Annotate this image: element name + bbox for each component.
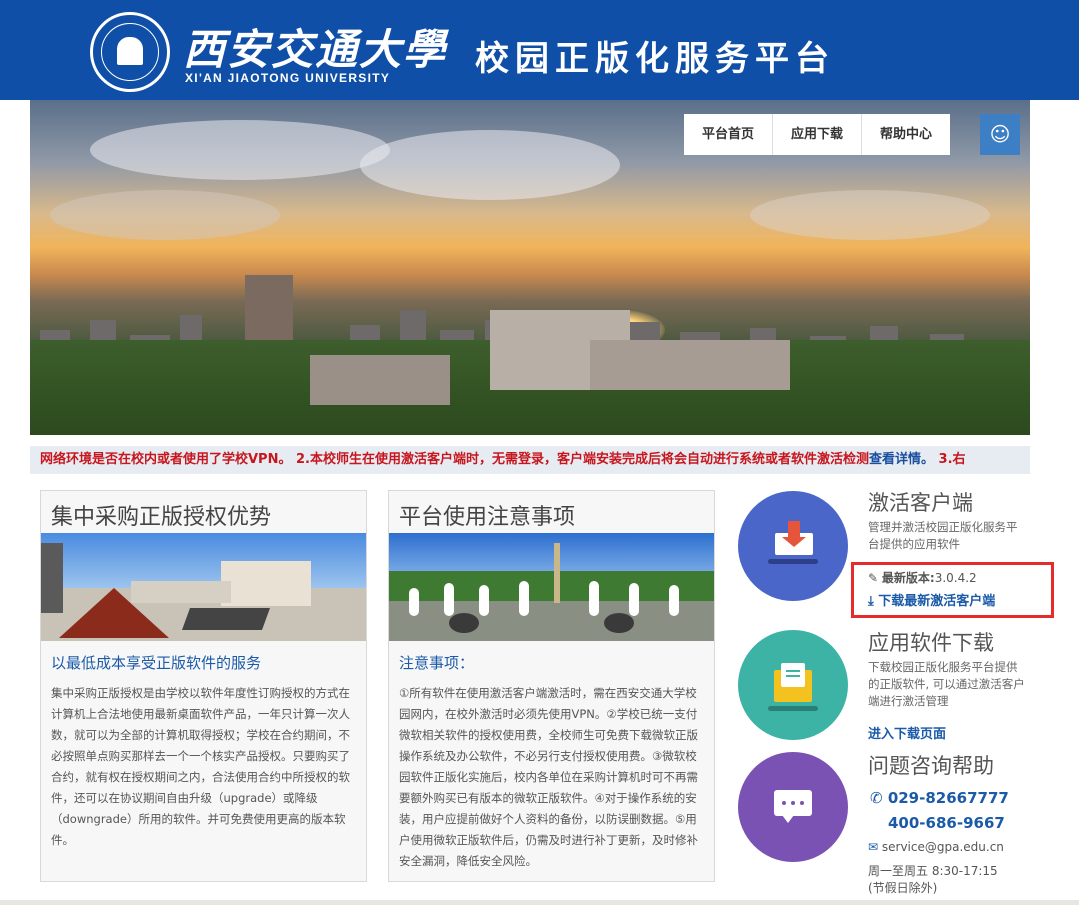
card-procurement: 集中采购正版授权优势 以最低成本享受正版软件的服务 集中采购正版授权是由学校以软… bbox=[40, 490, 367, 882]
card-body: ①所有软件在使用激活客户端激活时，需在西安交通大学校园网内，在校外激活时必须先使… bbox=[399, 686, 698, 868]
card-title: 集中采购正版授权优势 bbox=[51, 505, 272, 530]
nav-app-download[interactable]: 应用下载 bbox=[773, 114, 863, 155]
card-body: 集中采购正版授权是由学校以软件年度性订购授权的方式在计算机上合法地使用最新桌面软… bbox=[51, 686, 350, 847]
bell-icon bbox=[117, 37, 143, 65]
email-address: service@gpa.edu.cn bbox=[881, 840, 1004, 854]
fountain-image bbox=[389, 533, 714, 641]
platform-title: 校园正版化服务平台 bbox=[475, 39, 835, 79]
pencil-icon: ✎ bbox=[868, 571, 879, 585]
activation-title: 激活客户端 bbox=[868, 491, 973, 515]
notice-text-tail: 3.右 bbox=[934, 452, 966, 467]
campus-monument-image bbox=[41, 533, 366, 641]
software-title: 应用软件下载 bbox=[868, 631, 994, 655]
site-header: 西安交通大學 XI'AN JIAOTONG UNIVERSITY 校园正版化服务… bbox=[0, 0, 1079, 100]
envelope-icon: ✉ bbox=[868, 840, 879, 854]
nav-help-center[interactable]: 帮助中心 bbox=[862, 114, 950, 155]
holiday-note: (节假日除外) bbox=[868, 881, 938, 895]
version-line: ✎ 最新版本:3.0.4.2 bbox=[868, 569, 977, 586]
version-number: 3.0.4.2 bbox=[934, 571, 977, 585]
email-line[interactable]: ✉ service@gpa.edu.cn bbox=[868, 840, 1004, 854]
card-usage-notes: 平台使用注意事项 注意事项： ①所有软件在使用激活客户端激活时，需在西安交通大学… bbox=[388, 490, 715, 882]
software-desc: 下载校园正版化服务平台提供的正版软件, 可以通过激活客户端进行激活管理 bbox=[868, 660, 1025, 708]
main-nav: 平台首页 应用下载 帮助中心 bbox=[684, 114, 951, 155]
service-hours: 周一至周五 8:30-17:15 bbox=[868, 864, 998, 878]
notice-text: 网络环境是否在校内或者使用了学校VPN。 2.本校师生在使用激活客户端时，无需登… bbox=[40, 452, 869, 467]
phone-number-1: 029-82667777 bbox=[887, 789, 1009, 807]
download-client-link[interactable]: ⤓ 下载最新激活客户端 bbox=[868, 590, 995, 609]
smiley-icon[interactable]: ☺ bbox=[980, 114, 1020, 155]
download-tray-icon[interactable] bbox=[738, 491, 848, 601]
card-subtitle: 以最低成本享受正版软件的服务 bbox=[51, 654, 262, 672]
version-label: 最新版本: bbox=[881, 571, 935, 585]
card-title: 平台使用注意事项 bbox=[399, 505, 576, 530]
download-client-label: 下载最新激活客户端 bbox=[878, 594, 996, 609]
download-icon: ⤓ bbox=[868, 594, 874, 609]
chat-bubble-icon[interactable] bbox=[738, 752, 848, 862]
phone-number-2: 400-686-9667 bbox=[888, 814, 1005, 832]
nav-home[interactable]: 平台首页 bbox=[684, 114, 774, 155]
notice-marquee: 网络环境是否在校内或者使用了学校VPN。 2.本校师生在使用激活客户端时，无需登… bbox=[30, 446, 1030, 474]
university-seal-logo[interactable] bbox=[90, 12, 170, 92]
software-box-icon[interactable] bbox=[738, 630, 848, 740]
university-name-cn[interactable]: 西安交通大學 bbox=[183, 16, 447, 77]
notice-details-link[interactable]: 查看详情。 bbox=[869, 452, 934, 467]
university-name-en: XI'AN JIAOTONG UNIVERSITY bbox=[185, 71, 391, 85]
footer-divider bbox=[0, 900, 1079, 905]
phone-icon: ✆ bbox=[870, 789, 883, 807]
phone-line-1: ✆ 029-82667777 bbox=[870, 789, 1009, 807]
card-subtitle: 注意事项： bbox=[399, 654, 475, 672]
help-title: 问题咨询帮助 bbox=[868, 754, 994, 778]
activation-desc: 管理并激活校园正版化服务平台提供的应用软件 bbox=[868, 520, 1018, 551]
enter-download-page-link[interactable]: 进入下载页面 bbox=[868, 723, 946, 742]
